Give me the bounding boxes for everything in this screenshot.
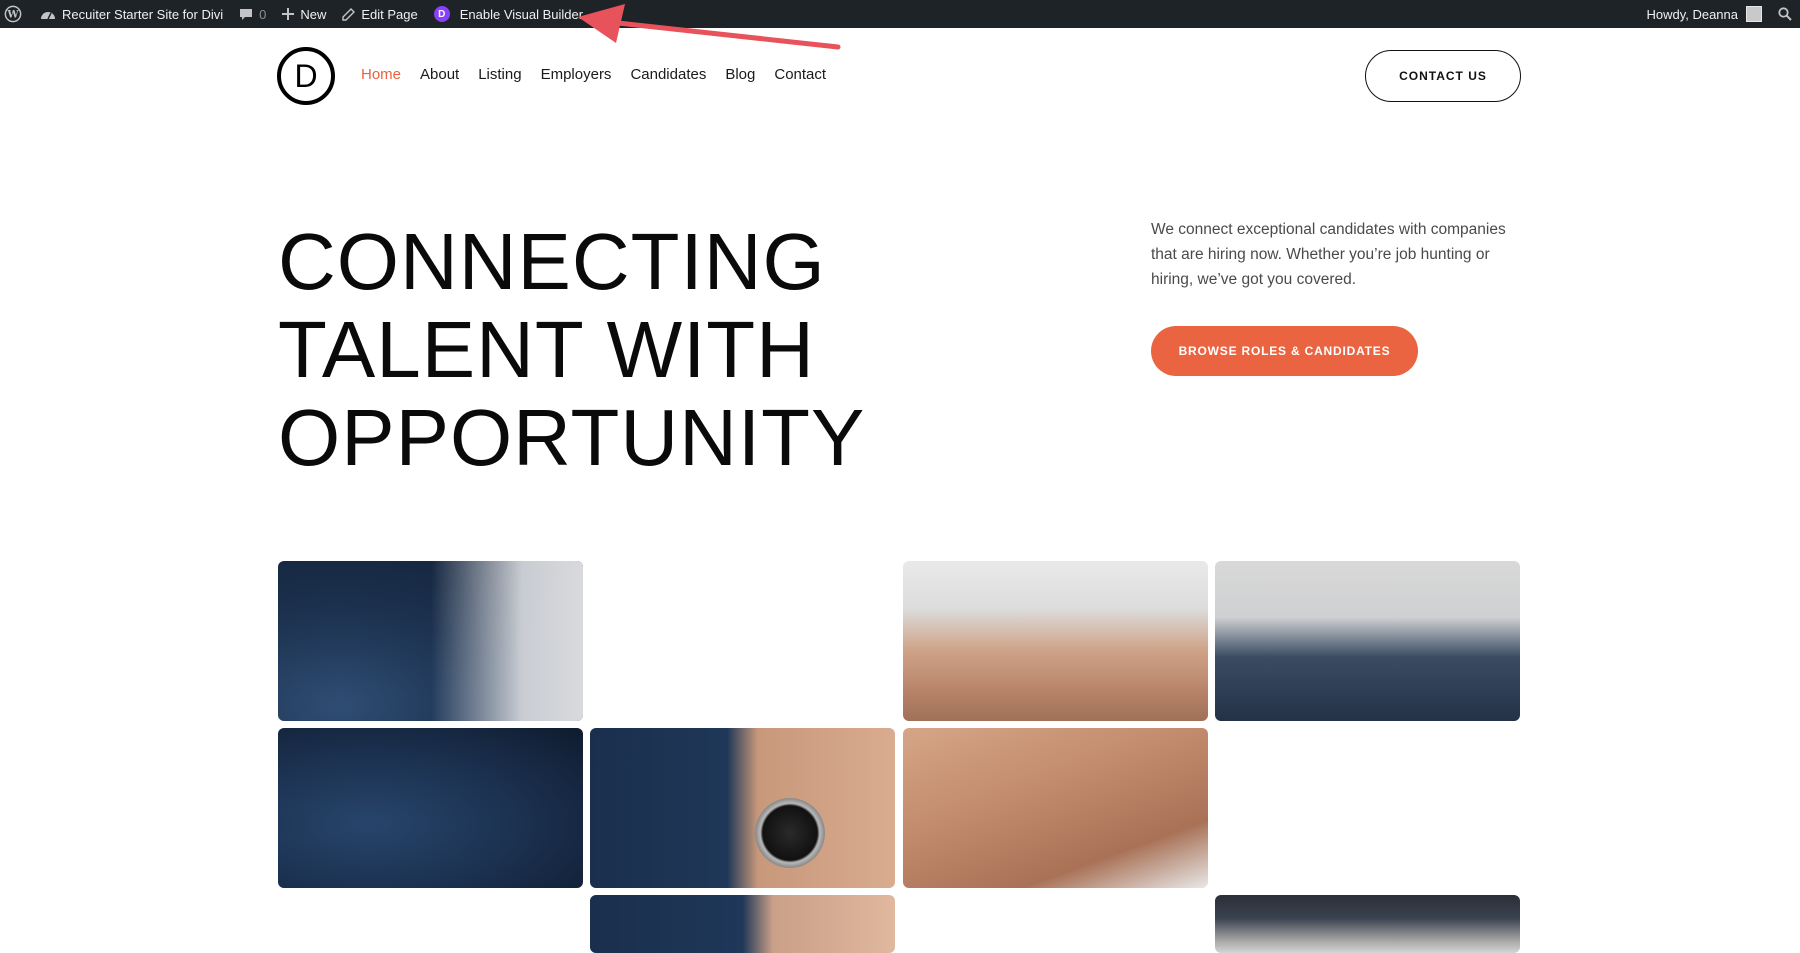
wordpress-logo-button[interactable]: W	[0, 0, 32, 28]
site-name-link[interactable]: Recuiter Starter Site for Divi	[32, 0, 231, 28]
pencil-icon	[342, 7, 356, 21]
main-nav: Home About Listing Employers Candidates …	[361, 66, 845, 83]
edit-page-link[interactable]: Edit Page	[334, 0, 425, 28]
hero-title-line-1: CONNECTING	[278, 217, 826, 306]
site-name: Recuiter Starter Site for Divi	[62, 6, 224, 22]
nav-listing[interactable]: Listing	[478, 66, 521, 83]
browse-roles-button[interactable]: BROWSE ROLES & CANDIDATES	[1151, 326, 1418, 376]
admin-search-button[interactable]	[1770, 0, 1800, 28]
nav-blog[interactable]: Blog	[725, 66, 755, 83]
plus-icon	[282, 8, 295, 20]
new-content-link[interactable]: New	[274, 0, 334, 28]
enable-visual-builder-link[interactable]: D Enable Visual Builder	[426, 0, 591, 28]
handshake-closeup-image	[903, 728, 1208, 888]
contact-us-button[interactable]: CONTACT US	[1365, 50, 1521, 102]
visual-builder-label: Enable Visual Builder	[459, 6, 584, 22]
comments-count: 0	[259, 6, 267, 22]
suit-sleeve-image	[1215, 561, 1520, 721]
nav-candidates[interactable]: Candidates	[630, 66, 706, 83]
wristwatch-image	[590, 728, 895, 888]
wp-admin-bar: W Recuiter Starter Site for Divi 0 New E…	[0, 0, 1800, 28]
dashboard-icon	[41, 12, 55, 20]
hero-description: We connect exceptional candidates with c…	[1151, 221, 1506, 288]
hero-title-line-2: TALENT WITH	[278, 305, 815, 394]
wristwatch-hand-image	[590, 895, 895, 953]
nav-employers[interactable]: Employers	[541, 66, 612, 83]
comment-icon	[240, 8, 253, 20]
hero-title-line-3: OPPORTUNITY	[278, 393, 866, 482]
desk-image	[1215, 895, 1520, 953]
avatar	[1746, 6, 1762, 22]
wordpress-icon: W	[4, 5, 22, 23]
divi-icon: D	[433, 6, 450, 22]
admin-bar-secondary: Howdy, Deanna	[1638, 0, 1800, 28]
suit-fabric-image	[278, 728, 583, 888]
new-label: New	[300, 6, 327, 22]
search-icon	[1778, 7, 1792, 21]
edit-page-label: Edit Page	[361, 6, 418, 22]
handshake-image	[903, 561, 1208, 721]
suit-jacket-image	[278, 561, 583, 721]
my-account-link[interactable]: Howdy, Deanna	[1638, 0, 1770, 28]
greeting: Howdy, Deanna	[1646, 6, 1738, 22]
nav-home[interactable]: Home	[361, 66, 401, 83]
nav-about[interactable]: About	[420, 66, 459, 83]
nav-contact[interactable]: Contact	[774, 66, 826, 83]
svg-text:W: W	[6, 10, 19, 21]
hero-title: CONNECTING TALENT WITH OPPORTUNITY	[278, 218, 998, 482]
site-logo[interactable]: D	[277, 47, 335, 105]
comments-link[interactable]: 0	[231, 0, 274, 28]
